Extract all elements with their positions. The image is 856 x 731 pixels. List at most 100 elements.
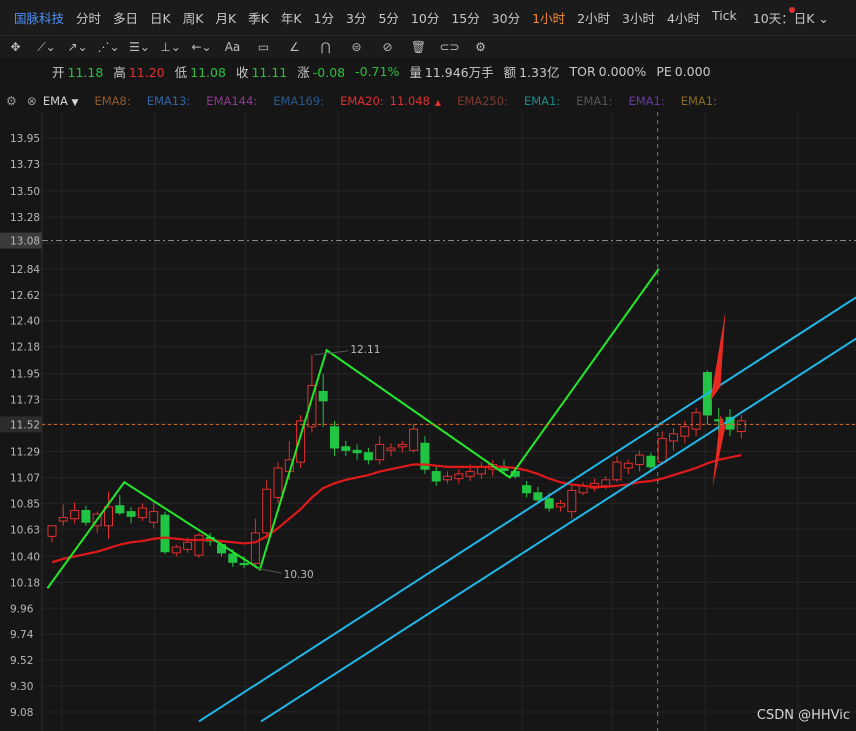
period-tab[interactable]: 15分 (451, 8, 479, 27)
magnet-icon[interactable]: ⋂ (310, 40, 341, 54)
lock-icon[interactable]: ⊜ (341, 40, 372, 54)
indicator-select[interactable]: EMA ▼ (43, 94, 79, 108)
period-tab[interactable]: 5分 (378, 8, 398, 27)
period-tab[interactable]: 周K (183, 8, 204, 27)
y-tick-label: 12.40 (10, 316, 40, 328)
y-tick-label: 12.18 (10, 342, 40, 354)
ray-icon[interactable]: ↗⌄ (62, 40, 93, 54)
candle-body (137, 507, 147, 519)
candle-body (250, 532, 260, 564)
quote-value: 11.946万手 (424, 64, 494, 80)
quote-item: 开 11.18 (52, 62, 103, 81)
y-tick-label: 13.73 (10, 159, 40, 171)
period-tab[interactable]: 1分 (314, 8, 334, 27)
low-annotation: 10.30 (284, 569, 314, 581)
angle-icon[interactable]: ∠ (279, 40, 310, 54)
stock-name[interactable]: 国脉科技 (14, 8, 64, 27)
quote-item: 涨 -0.08 (297, 62, 345, 81)
period-tab[interactable]: 月K (215, 8, 236, 27)
candle-body (318, 390, 328, 402)
y-tick-label: 11.07 (10, 472, 40, 484)
ema-legend-item: EMA1: (524, 94, 560, 108)
quote-item: 低 11.08 (175, 62, 226, 81)
ema-legend-item: EMA250: (457, 94, 508, 108)
quote-label: 额 (503, 64, 517, 80)
candle-body (397, 443, 407, 448)
period-tab[interactable]: 年K (281, 8, 302, 27)
move-icon[interactable]: ✥ (0, 40, 31, 54)
candlestick-series (47, 354, 746, 569)
candle-body (544, 498, 554, 509)
watermark: CSDN @HHVic (756, 708, 850, 723)
dropdown-icon: ▼ (71, 98, 79, 108)
ema-label: EMA144: (206, 94, 258, 108)
text-icon[interactable]: Aa (217, 40, 248, 54)
arrow-icon[interactable]: ←⌄ (186, 40, 217, 54)
close-icon[interactable]: ⊗ (27, 94, 37, 108)
y-tick-label: 10.63 (10, 524, 40, 536)
y-tick-label: 9.08 (10, 707, 33, 719)
comment-icon[interactable]: ▭ (248, 40, 279, 54)
candle-body (149, 511, 159, 523)
ema-legend-item: EMA20: 11.048 ▲ (340, 94, 441, 108)
arrow-down-icon (710, 311, 726, 401)
y-tick-label: 9.52 (10, 655, 33, 667)
quote-value: 11.11 (251, 64, 288, 80)
candle-body (194, 534, 204, 556)
period-tab[interactable]: Tick (712, 8, 737, 27)
candle-body (273, 467, 283, 498)
period-tab[interactable]: 1小时 (532, 8, 565, 27)
period-tab[interactable]: 4小时 (667, 8, 700, 27)
indicator-label: EMA (42, 94, 68, 108)
period-tab[interactable]: 3小时 (622, 8, 655, 27)
quote-value: -0.71% (355, 63, 400, 79)
channel-line (198, 296, 856, 723)
line-icon[interactable]: ⟋⌄ (31, 40, 62, 55)
period-tab[interactable]: 3分 (346, 8, 366, 27)
period-tab[interactable]: 多日 (113, 8, 138, 27)
y-tick-label: 10.18 (10, 577, 40, 589)
link-icon[interactable]: ⊂⊃ (434, 40, 465, 54)
quote-item: 收 11.11 (236, 62, 287, 81)
y-tick-label: 13.28 (10, 212, 40, 224)
ema-legend-item: EMA1: (681, 94, 717, 108)
measure-icon[interactable]: ⊥⌄ (155, 40, 186, 54)
period-tab[interactable]: 季K (248, 8, 269, 27)
quote-label: 低 (174, 64, 188, 80)
candle-body (330, 426, 339, 449)
candle-body (522, 485, 532, 494)
period-tab[interactable]: 日K (150, 8, 171, 27)
ema-label: EMA250: (457, 94, 508, 108)
candle-body (183, 541, 193, 550)
period-tab[interactable]: 2小时 (577, 8, 610, 27)
settings-icon[interactable]: ⚙ (6, 94, 17, 108)
y-tick-label: 11.29 (10, 447, 40, 459)
price-chart[interactable]: 13.9513.7313.5013.2813.0612.8412.6212.40… (0, 112, 856, 731)
ema-label: EMA169: (273, 94, 325, 108)
hide-icon[interactable]: ⊘ (372, 40, 403, 54)
quote-value: 0.000 (674, 63, 711, 79)
period-tab[interactable]: 30分 (492, 8, 520, 27)
trash-icon[interactable]: 🗑 (403, 40, 434, 54)
indicator-legend: ⚙ ⊗ EMA ▼ EMA8: EMA13: EMA144: EMA169: EMA20… (0, 90, 856, 112)
annotation-leader (257, 567, 282, 574)
fib-icon[interactable]: ☰⌄ (124, 40, 155, 54)
ema-items: EMA8: EMA13: EMA144: EMA169: EMA20: 11.048 ▲ EM… (94, 94, 732, 108)
candle-body (228, 553, 238, 563)
settings-icon[interactable]: ⚙ (465, 40, 496, 54)
period-tab[interactable]: 分时 (76, 8, 101, 27)
ema-label: EMA1: (680, 94, 717, 108)
ema-value: 11.048 (389, 94, 430, 108)
candle-body (81, 509, 91, 523)
period-tab[interactable]: 10分 (411, 8, 439, 27)
ema-legend-item: EMA13: (147, 94, 191, 108)
candle-body (341, 446, 351, 451)
wave-icon[interactable]: ⋰⌄ (93, 40, 124, 54)
ema-label: EMA1: (576, 94, 613, 108)
y-tick-label: 12.62 (10, 290, 40, 302)
candle-body (262, 488, 272, 534)
candle-body (443, 475, 452, 481)
drawing-toolbar: ✥ ⟋⌄ ↗⌄ ⋰⌄ ☰⌄ ⊥⌄ ←⌄ Aa ▭ ∠ ⋂ ⊜ ⊘ 🗑 ⊂⊃ ⚙ (0, 36, 856, 58)
candle-body (680, 426, 690, 437)
candle-body (104, 506, 113, 527)
